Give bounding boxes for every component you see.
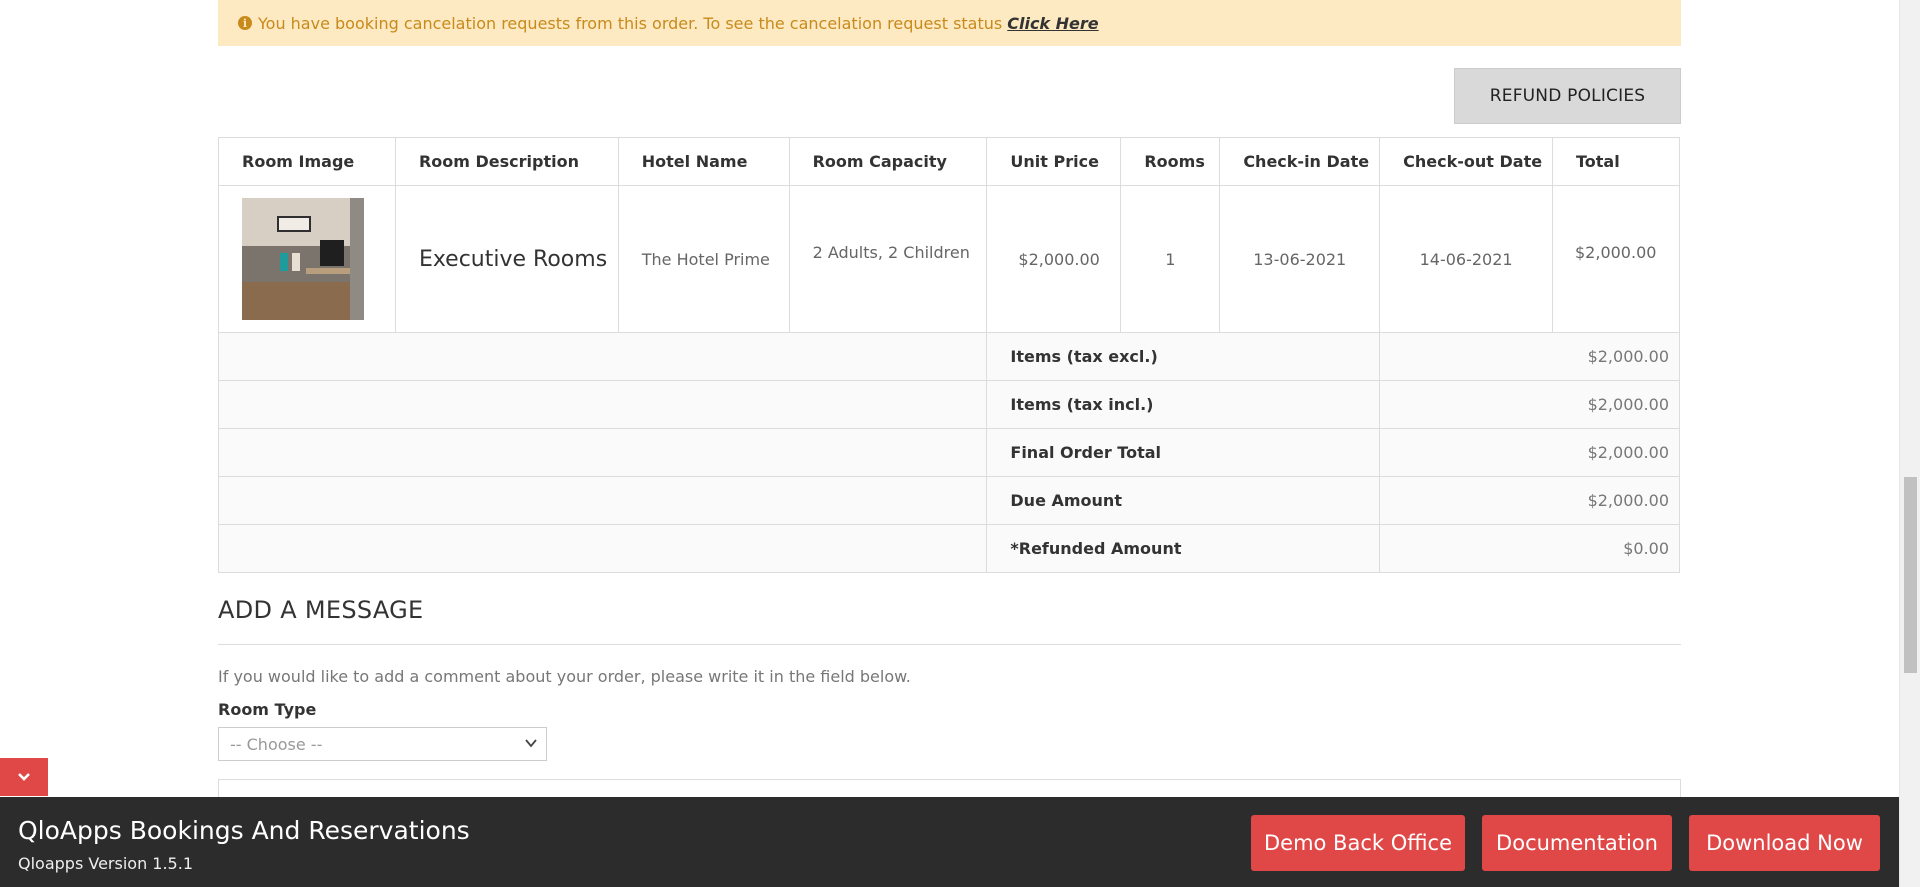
unit-price: $2,000.00 xyxy=(986,185,1122,333)
message-help-text: If you would like to add a comment about… xyxy=(218,667,911,686)
info-circle-icon: i xyxy=(238,16,252,30)
header-room-capacity: Room Capacity xyxy=(788,137,988,186)
totals-value: $2,000.00 xyxy=(1379,476,1680,525)
totals-label: Items (tax incl.) xyxy=(986,380,1381,429)
header-hotel-name: Hotel Name xyxy=(617,137,790,186)
room-type-select[interactable]: -- Choose -- xyxy=(218,727,547,761)
refund-policies-button[interactable]: REFUND POLICIES xyxy=(1454,68,1681,124)
order-detail-page: i You have booking cancelation requests … xyxy=(0,0,1899,887)
page-scrollbar[interactable] xyxy=(1899,0,1920,887)
row-total: $2,000.00 xyxy=(1552,185,1680,333)
totals-value: $2,000.00 xyxy=(1379,428,1680,477)
header-total: Total xyxy=(1552,137,1680,186)
room-image-cell xyxy=(218,185,396,333)
table-row: Executive Rooms The Hotel Prime 2 Adults… xyxy=(218,185,1680,333)
room-image[interactable] xyxy=(242,198,364,320)
scrollbar-thumb[interactable] xyxy=(1904,477,1917,673)
totals-label: Final Order Total xyxy=(986,428,1381,477)
room-capacity: 2 Adults, 2 Children xyxy=(788,185,988,333)
demo-back-office-button[interactable]: Demo Back Office xyxy=(1251,815,1465,871)
hotel-name: The Hotel Prime xyxy=(617,185,790,333)
room-type-label: Room Type xyxy=(218,700,317,719)
totals-label: Due Amount xyxy=(986,476,1381,525)
alert-text: You have booking cancelation requests fr… xyxy=(258,13,1003,33)
footer-title: QloApps Bookings And Reservations xyxy=(18,816,470,845)
table-header-row: Room Image Room Description Hotel Name R… xyxy=(218,137,1680,186)
totals-row: *Refunded Amount $0.00 xyxy=(217,524,1680,573)
totals-value: $2,000.00 xyxy=(1379,332,1680,381)
room-description: Executive Rooms xyxy=(418,246,608,272)
check-in-date: 13-06-2021 xyxy=(1219,185,1381,333)
header-rooms: Rooms xyxy=(1120,137,1221,186)
header-check-out-date: Check-out Date xyxy=(1379,137,1553,186)
cancellation-alert: i You have booking cancelation requests … xyxy=(218,0,1681,46)
download-now-button[interactable]: Download Now xyxy=(1689,815,1880,871)
totals-label: *Refunded Amount xyxy=(986,524,1381,573)
documentation-button[interactable]: Documentation xyxy=(1482,815,1672,871)
totals-row: Items (tax excl.) $2,000.00 xyxy=(217,332,1680,381)
totals-value: $2,000.00 xyxy=(1379,380,1680,429)
totals-row: Final Order Total $2,000.00 xyxy=(217,428,1680,477)
chevron-down-icon xyxy=(16,768,32,787)
totals-label: Items (tax excl.) xyxy=(986,332,1381,381)
alert-click-here-link[interactable]: Click Here xyxy=(1007,14,1098,33)
chevron-down-icon xyxy=(524,736,538,754)
header-room-description: Room Description xyxy=(394,137,619,186)
footer-version: Qloapps Version 1.5.1 xyxy=(18,854,193,873)
totals-value: $0.00 xyxy=(1379,524,1680,573)
totals-row: Items (tax incl.) $2,000.00 xyxy=(217,380,1680,429)
divider xyxy=(218,644,1681,645)
header-unit-price: Unit Price xyxy=(986,137,1122,186)
collapse-footer-button[interactable] xyxy=(0,758,48,796)
check-out-date: 14-06-2021 xyxy=(1379,185,1553,333)
room-type-selected-value: -- Choose -- xyxy=(230,734,323,754)
demo-footer-bar: QloApps Bookings And Reservations Qloapp… xyxy=(0,797,1899,887)
header-check-in-date: Check-in Date xyxy=(1219,137,1381,186)
totals-row: Due Amount $2,000.00 xyxy=(217,476,1680,525)
order-table: Room Image Room Description Hotel Name R… xyxy=(217,137,1680,573)
room-description-cell: Executive Rooms xyxy=(394,185,619,333)
add-message-heading: ADD A MESSAGE xyxy=(218,596,424,624)
rooms-count: 1 xyxy=(1120,185,1221,333)
header-room-image: Room Image xyxy=(218,137,396,186)
